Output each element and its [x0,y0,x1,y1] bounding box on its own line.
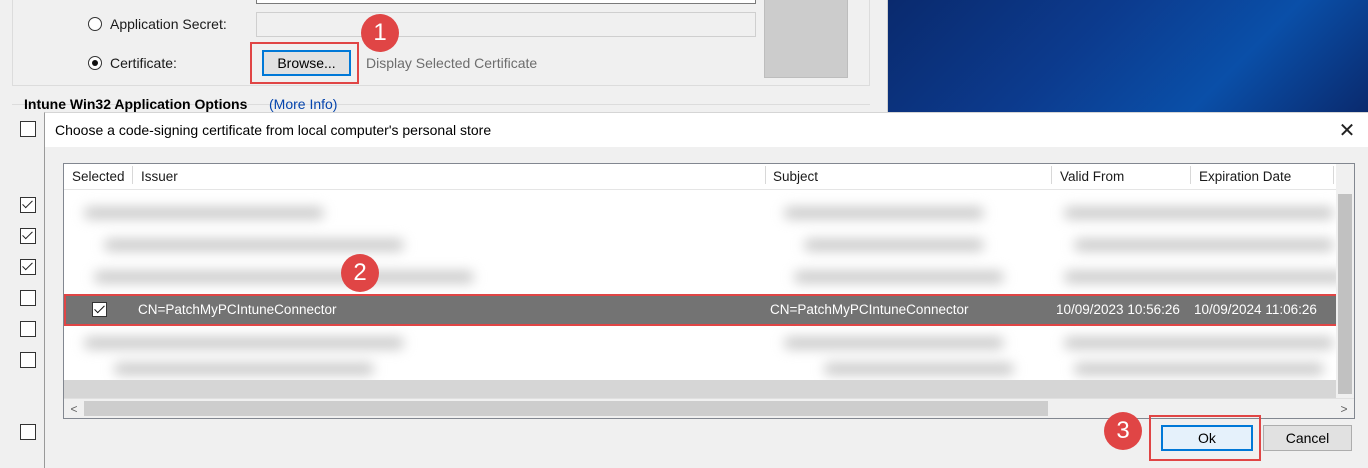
certificate-radio[interactable] [88,56,102,70]
option-checkbox-2[interactable] [20,197,36,213]
ok-button[interactable]: Ok [1161,425,1253,451]
column-separator [1333,166,1334,184]
certificate-dialog: Choose a code-signing certificate from l… [44,112,1368,468]
column-separator [765,166,766,184]
column-header-valid-from[interactable]: Valid From [1060,169,1124,184]
dialog-titlebar: Choose a code-signing certificate from l… [45,113,1368,147]
option-checkbox-6[interactable] [20,321,36,337]
column-header-selected[interactable]: Selected [72,169,125,184]
row-annotation-box [64,294,1354,326]
desktop-background [888,0,1368,112]
option-checkbox-3[interactable] [20,228,36,244]
step-2-badge: 2 [341,254,379,292]
intune-section-title: Intune Win32 Application Options [24,96,248,112]
more-info-link[interactable]: (More Info) [269,96,337,112]
column-separator [132,166,133,184]
step-3-badge: 3 [1104,412,1142,450]
step-1-badge: 1 [361,14,399,52]
window-border [876,0,888,112]
client-id-input[interactable] [256,0,756,4]
dialog-title: Choose a code-signing certificate from l… [55,122,492,138]
option-checkbox-4[interactable] [20,259,36,275]
option-checkbox-8[interactable] [20,424,36,440]
option-checkbox-5[interactable] [20,290,36,306]
certificate-list[interactable]: Selected Issuer Subject Valid From Expir… [63,163,1355,419]
column-separator [1190,166,1191,184]
certificate-radio-row[interactable]: Certificate: [88,55,177,71]
blurred-row [64,230,1354,260]
list-empty-area [64,380,1354,398]
list-header: Selected Issuer Subject Valid From Expir… [64,164,1354,190]
vertical-scrollbar[interactable] [1336,164,1354,398]
certificate-label: Certificate: [110,55,177,71]
blurred-row [64,262,1354,292]
application-secret-input[interactable] [256,12,756,37]
application-secret-radio[interactable] [88,17,102,31]
application-secret-radio-row[interactable]: Application Secret: [88,16,227,32]
column-separator [1051,166,1052,184]
scroll-left-icon[interactable]: < [65,400,83,417]
close-icon[interactable]: ✕ [1336,119,1358,142]
option-checkbox-1[interactable] [20,121,36,137]
column-header-expiration-date[interactable]: Expiration Date [1199,169,1291,184]
cancel-button[interactable]: Cancel [1263,425,1352,451]
scroll-right-icon[interactable]: > [1335,400,1353,417]
blurred-row [64,198,1354,228]
column-header-subject[interactable]: Subject [773,169,818,184]
horizontal-scroll-thumb[interactable] [84,401,1048,416]
column-header-issuer[interactable]: Issuer [141,169,178,184]
vertical-scroll-thumb[interactable] [1338,194,1352,394]
application-secret-label: Application Secret: [110,16,227,32]
test-button[interactable] [764,0,848,78]
option-checkbox-7[interactable] [20,352,36,368]
display-selected-certificate-link[interactable]: Display Selected Certificate [366,55,537,71]
browse-button[interactable]: Browse... [262,50,351,76]
